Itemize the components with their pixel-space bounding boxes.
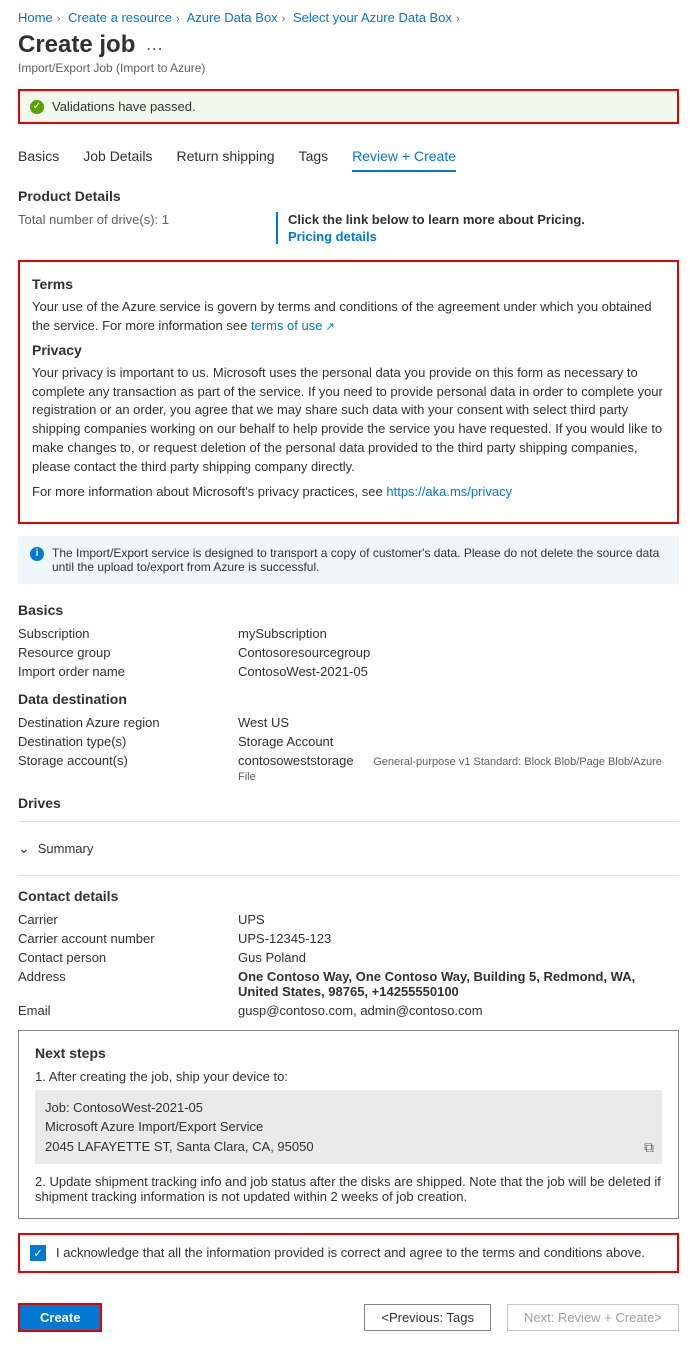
breadcrumb-create-resource[interactable]: Create a resource [68, 10, 172, 25]
privacy-link[interactable]: https://aka.ms/privacy [386, 484, 512, 499]
ship-line-3: 2045 LAFAYETTE ST, Santa Clara, CA, 9505… [45, 1137, 652, 1157]
more-actions-icon[interactable]: … [145, 35, 163, 53]
info-text: The Import/Export service is designed to… [52, 546, 667, 574]
breadcrumb-home[interactable]: Home [18, 10, 53, 25]
ship-line-1: Job: ContosoWest-2021-05 [45, 1098, 652, 1118]
order-value: ContosoWest-2021-05 [238, 664, 679, 679]
dest-type-label: Destination type(s) [18, 734, 238, 749]
rg-label: Resource group [18, 645, 238, 660]
ship-line-2: Microsoft Azure Import/Export Service [45, 1117, 652, 1137]
drive-count-label: Total number of drive(s): 1 [18, 212, 276, 244]
drives-heading: Drives [18, 795, 679, 811]
address-value: One Contoso Way, One Contoso Way, Buildi… [238, 969, 679, 999]
product-details-heading: Product Details [18, 188, 679, 204]
contact-heading: Contact details [18, 888, 679, 904]
terms-privacy-box: Terms Your use of the Azure service is g… [18, 260, 679, 524]
breadcrumb-databox[interactable]: Azure Data Box [187, 10, 278, 25]
privacy-body: Your privacy is important to us. Microso… [32, 364, 665, 477]
drives-summary-toggle[interactable]: ⌄ Summary [18, 832, 679, 865]
next-step-1: 1. After creating the job, ship your dev… [35, 1069, 662, 1084]
email-label: Email [18, 1003, 238, 1018]
info-banner: i The Import/Export service is designed … [18, 536, 679, 584]
acknowledgement-box: ✓ I acknowledge that all the information… [18, 1233, 679, 1273]
ack-checkbox[interactable]: ✓ [30, 1245, 46, 1261]
storage-label: Storage account(s) [18, 753, 238, 783]
contact-person-label: Contact person [18, 950, 238, 965]
email-value: gusp@contoso.com, admin@contoso.com [238, 1003, 679, 1018]
ack-text: I acknowledge that all the information p… [56, 1245, 645, 1260]
carrier-label: Carrier [18, 912, 238, 927]
privacy-footer-prefix: For more information about Microsoft's p… [32, 484, 383, 499]
validation-text: Validations have passed. [52, 99, 196, 114]
order-label: Import order name [18, 664, 238, 679]
breadcrumb-select-databox[interactable]: Select your Azure Data Box [293, 10, 452, 25]
subscription-label: Subscription [18, 626, 238, 641]
terms-body: Your use of the Azure service is govern … [32, 299, 652, 333]
address-label: Address [18, 969, 238, 999]
tab-return-shipping[interactable]: Return shipping [177, 144, 275, 172]
breadcrumb: Home› Create a resource› Azure Data Box›… [18, 10, 679, 25]
carrier-acct-value: UPS-12345-123 [238, 931, 679, 946]
tab-job-details[interactable]: Job Details [83, 144, 152, 172]
pricing-details-link[interactable]: Pricing details [288, 229, 377, 244]
dest-type-value: Storage Account [238, 734, 679, 749]
page-subtitle: Import/Export Job (Import to Azure) [18, 61, 679, 75]
terms-heading: Terms [32, 276, 665, 292]
check-circle-icon: ✓ [30, 100, 44, 114]
shipping-address-box: Job: ContosoWest-2021-05 Microsoft Azure… [35, 1090, 662, 1165]
region-value: West US [238, 715, 679, 730]
rg-value: Contosoresourcegroup [238, 645, 679, 660]
carrier-acct-label: Carrier account number [18, 931, 238, 946]
storage-value: contosoweststorage [238, 753, 354, 768]
next-button: Next: Review + Create> [507, 1304, 679, 1331]
pricing-message: Click the link below to learn more about… [288, 212, 585, 227]
validation-banner: ✓ Validations have passed. [18, 89, 679, 124]
previous-button[interactable]: <Previous: Tags [364, 1304, 491, 1331]
tab-review-create[interactable]: Review + Create [352, 144, 456, 172]
page-title: Create job [18, 31, 135, 59]
next-step-2: 2. Update shipment tracking info and job… [35, 1174, 662, 1204]
info-icon: i [30, 547, 44, 561]
region-label: Destination Azure region [18, 715, 238, 730]
destination-heading: Data destination [18, 691, 679, 707]
tabs: Basics Job Details Return shipping Tags … [18, 144, 679, 172]
terms-of-use-link[interactable]: terms of use [251, 318, 335, 333]
carrier-value: UPS [238, 912, 679, 927]
chevron-down-icon: ⌄ [18, 840, 30, 857]
tab-basics[interactable]: Basics [18, 144, 59, 172]
tab-tags[interactable]: Tags [299, 144, 329, 172]
copy-icon[interactable]: ⧉ [644, 1137, 654, 1158]
contact-person-value: Gus Poland [238, 950, 679, 965]
next-steps-box: Next steps 1. After creating the job, sh… [18, 1030, 679, 1220]
create-button[interactable]: Create [18, 1303, 102, 1332]
basics-heading: Basics [18, 602, 679, 618]
drives-summary-label: Summary [38, 841, 94, 856]
next-steps-heading: Next steps [35, 1045, 662, 1061]
privacy-heading: Privacy [32, 342, 665, 358]
subscription-value: mySubscription [238, 626, 679, 641]
